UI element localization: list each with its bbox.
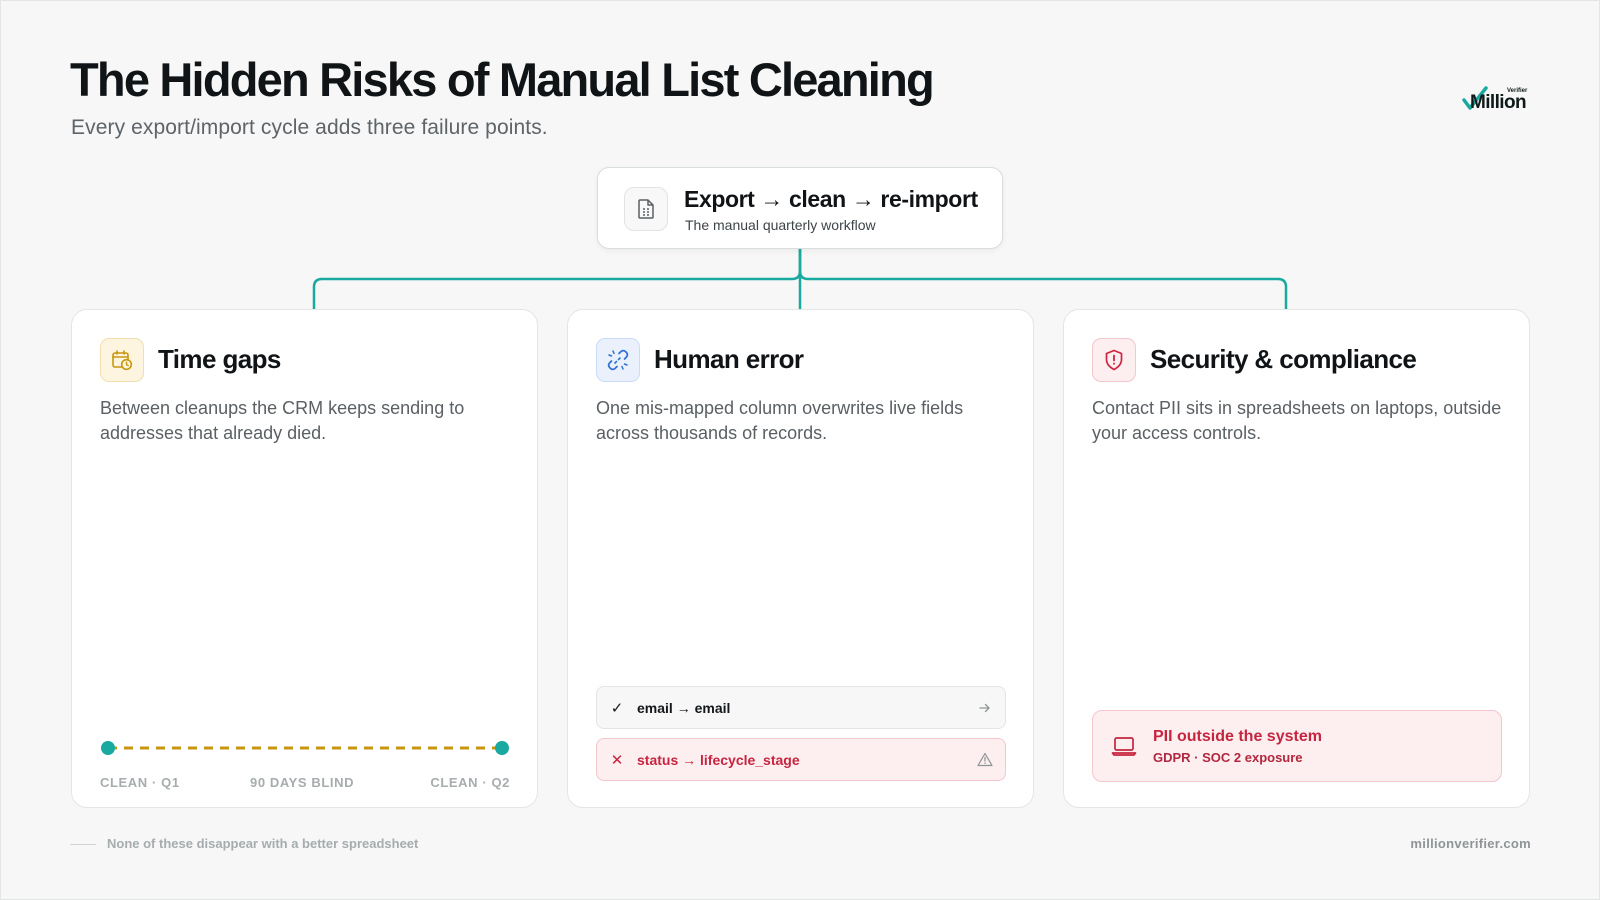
footer-note: None of these disappear with a better sp…: [107, 836, 419, 851]
footer-url: millionverifier.com: [1410, 836, 1531, 851]
shield-alert-icon: [1092, 338, 1136, 382]
card-title: Time gaps: [158, 344, 281, 374]
timeline-middle-label: 90 DAYS BLIND: [250, 775, 355, 790]
card-security-compliance: Security & compliance Contact PII sits i…: [1063, 309, 1530, 808]
card-description: Contact PII sits in spreadsheets on lapt…: [1092, 398, 1502, 443]
spreadsheet-file-icon: [624, 187, 668, 231]
workflow-subtitle: The manual quarterly workflow: [685, 217, 876, 233]
timeline-end-label: CLEAN · Q2: [430, 775, 510, 790]
timeline-start-label: CLEAN · Q1: [100, 775, 180, 790]
footer-divider: [70, 844, 96, 845]
card-human-error: Human error One mis-mapped column overwr…: [567, 309, 1034, 808]
calendar-clock-icon: [100, 338, 144, 382]
workflow-root-node: Export → clean → re-import The manual qu…: [597, 167, 1003, 249]
laptop-icon: [1111, 735, 1137, 762]
cross-icon: ✕: [610, 751, 624, 769]
mapping-text: email → email: [637, 699, 731, 716]
card-description: Between cleanups the CRM keeps sending t…: [100, 398, 465, 443]
card-title: Security & compliance: [1150, 344, 1417, 374]
timeline-end-dot: [495, 741, 509, 755]
card-time-gaps: Time gaps Between cleanups the CRM keeps…: [71, 309, 538, 808]
pii-alert: PII outside the system GDPR · SOC 2 expo…: [1092, 710, 1502, 782]
pii-alert-subtitle: GDPR · SOC 2 exposure: [1153, 750, 1303, 765]
warning-icon: [965, 752, 1005, 767]
arrow-right-icon: [965, 701, 1005, 715]
card-title: Human error: [654, 344, 804, 374]
tree-connector: [312, 249, 1288, 309]
mapping-row-ok: ✓ email → email: [596, 686, 1006, 729]
mapping-text: status → lifecycle_stage: [637, 751, 800, 768]
workflow-title: Export → clean → re-import: [684, 186, 978, 212]
timeline-start-dot: [101, 741, 115, 755]
check-icon: ✓: [610, 699, 624, 717]
mapping-row-error: ✕ status → lifecycle_stage: [596, 738, 1006, 781]
cleanup-timeline: CLEAN · Q1 90 DAYS BLIND CLEAN · Q2: [100, 734, 510, 794]
timeline-track: [101, 741, 509, 755]
pii-alert-title: PII outside the system: [1153, 728, 1322, 745]
broken-link-icon: [596, 338, 640, 382]
card-description: One mis-mapped column overwrites live fi…: [596, 398, 964, 443]
